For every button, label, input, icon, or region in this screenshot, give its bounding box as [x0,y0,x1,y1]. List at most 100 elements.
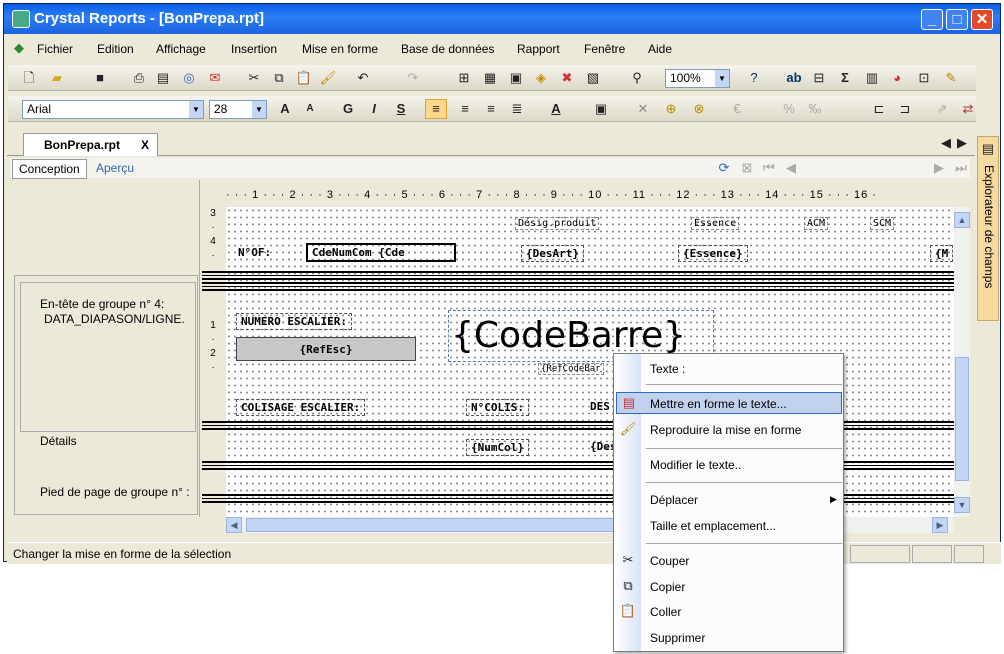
size-objects-icon[interactable]: ⊐ [896,100,914,118]
zoom-combo[interactable]: 100% ▼ [665,69,730,88]
find-icon[interactable]: ⚲ [628,69,646,87]
paste-icon[interactable]: 📋 [295,69,313,87]
essence-field[interactable]: {Essence} [678,245,748,262]
menu-rapport[interactable]: Rapport [517,42,560,56]
minimize-button[interactable]: _ [921,9,943,30]
ncolis-label[interactable]: N°COLIS: [466,399,529,416]
menu-item-deplacer[interactable]: Déplacer [650,493,698,507]
print-preview-icon[interactable]: ▤ [154,69,172,87]
scroll-left-icon[interactable]: ◀ [226,517,242,533]
chart-icon[interactable]: ◕ [888,69,906,87]
des-label[interactable]: DES [586,399,614,414]
chevron-down-icon[interactable]: ▼ [189,101,203,118]
cut-icon[interactable]: ✂ [245,69,263,87]
copy-icon[interactable]: ⧉ [270,69,288,87]
m-field[interactable]: {M [930,245,954,262]
swap-icon[interactable]: ⇄ [959,100,977,118]
menu-affichage[interactable]: Affichage [156,42,206,56]
menu-item-modifier[interactable]: Modifier le texte.. [650,458,741,472]
help-icon[interactable]: ? [745,69,763,87]
new-icon[interactable]: 🗋 [20,69,38,87]
tab-next-icon[interactable]: ▶ [953,134,971,152]
move-icon[interactable]: ⇗ [933,100,951,118]
close-button[interactable]: ✕ [971,9,993,30]
design-canvas[interactable]: Désig.produit Essence ACM SCM N°OF: CdeN… [226,207,954,517]
chevron-down-icon[interactable]: ▼ [715,70,729,87]
cdenumcom-field[interactable]: CdeNumCom {Cde [306,243,456,262]
refesc-field[interactable]: {RefEsc} [236,337,416,361]
align-right-icon[interactable]: ≡ [482,100,500,118]
menu-base-de-donnees[interactable]: Base de données [401,42,494,56]
menu-item-couper[interactable]: Couper [650,554,689,568]
workbench-icon[interactable]: ▧ [584,69,602,87]
menu-fichier[interactable]: Fichier [37,42,73,56]
last-page-icon[interactable]: ⏭ [952,159,970,177]
print-icon[interactable]: ⎙ [130,69,148,87]
vscroll-thumb[interactable] [955,357,969,481]
numero-escalier-label[interactable]: NUMERO ESCALIER: [236,313,352,330]
ole-object-icon[interactable]: ⊡ [915,69,933,87]
section-separator[interactable] [202,282,954,291]
acm-header[interactable]: ACM [804,217,829,230]
bold-icon[interactable]: G [339,100,357,118]
menu-edition[interactable]: Edition [97,42,134,56]
text-object-icon[interactable]: ab [785,69,803,87]
percent-icon[interactable]: % [780,100,798,118]
suppress-icon[interactable]: ✕ [634,100,652,118]
increase-font-icon[interactable]: A [276,100,294,118]
summary-icon[interactable]: Σ [836,69,854,87]
refresh-icon[interactable]: ◎ [180,69,198,87]
scroll-right-icon[interactable]: ▶ [932,517,948,533]
lock-size-icon[interactable]: ⊗ [690,100,708,118]
tab-conception[interactable]: Conception [12,159,87,179]
vertical-scrollbar[interactable]: ▲ ▼ [954,207,970,517]
menu-item-copier[interactable]: Copier [650,580,685,594]
group-tree-icon[interactable]: ⊞ [455,69,473,87]
first-page-icon[interactable]: ⏮ [760,159,778,177]
refresh-data-icon[interactable]: ⟳ [715,159,733,177]
repository-icon[interactable]: ◈ [532,69,550,87]
border-icon[interactable]: ▣ [592,100,610,118]
essence-header[interactable]: Essence [691,217,740,230]
italic-icon[interactable]: I [365,100,383,118]
chevron-down-icon[interactable]: ▼ [252,101,266,118]
decrease-font-icon[interactable]: A [301,100,319,118]
font-size-combo[interactable]: 28 ▼ [209,100,267,119]
undo-icon[interactable]: ↶ [354,69,372,87]
colisage-escalier-label[interactable]: COLISAGE ESCALIER: [236,399,366,416]
menu-fenetre[interactable]: Fenêtre [584,42,625,56]
scm-header[interactable]: SCM [870,217,895,230]
designation-header[interactable]: Désig.produit [515,217,600,230]
desart-field[interactable]: {DesArt} [521,245,584,262]
thousands-icon[interactable]: ‰ [806,100,824,118]
font-color-icon[interactable]: A [547,100,565,118]
group-footer-label[interactable]: Pied de page de groupe n° : [40,485,190,499]
align-objects-icon[interactable]: ⊏ [870,100,888,118]
crosstab-icon[interactable]: ▥ [863,69,881,87]
refcodebar-field[interactable]: {RefCodeBar [538,363,604,375]
numcol-field[interactable]: {NumCol} [466,439,529,456]
scroll-down-icon[interactable]: ▼ [954,497,970,513]
menu-item-taille[interactable]: Taille et emplacement... [650,519,776,533]
doc-menu-icon[interactable]: ◆ [10,39,28,57]
menu-mise-en-forme[interactable]: Mise en forme [302,42,378,56]
report-explorer-icon[interactable]: ▣ [507,69,525,87]
menu-item-coller[interactable]: Coller [650,605,681,619]
tab-apercu[interactable]: Aperçu [96,161,134,175]
justify-icon[interactable]: ≣ [508,100,526,118]
currency-icon[interactable]: € [728,100,746,118]
tab-bonprepa[interactable]: BonPrepa.rpt X [23,133,158,156]
redo-icon[interactable]: ↷ [404,69,422,87]
field-explorer-icon[interactable]: ▦ [481,69,499,87]
menu-item-reproduire[interactable]: Reproduire la mise en forme [650,423,801,437]
group-header-label[interactable]: En-tête de groupe n° 4: DATA_DIAPASON/LIG… [40,297,185,327]
menu-item-mettre-en-forme[interactable]: ▤ Mettre en forme le texte... [616,392,842,414]
menu-insertion[interactable]: Insertion [231,42,277,56]
group-icon[interactable]: ⊟ [810,69,828,87]
scroll-up-icon[interactable]: ▲ [954,212,970,228]
export-icon[interactable]: ✉ [206,69,224,87]
hscroll-thumb[interactable] [246,518,616,532]
nof-label[interactable]: N°OF: [234,245,275,260]
open-icon[interactable]: ▰ [48,69,66,87]
font-combo[interactable]: Arial ▼ [22,100,204,119]
